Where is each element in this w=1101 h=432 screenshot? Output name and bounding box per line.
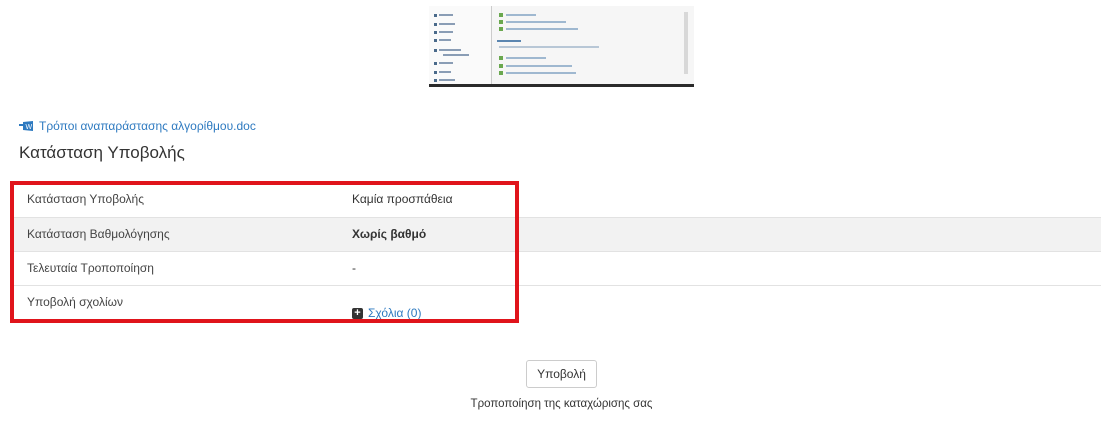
table-row: Υποβολή σχολίων + Σχόλια (0) xyxy=(12,285,1101,323)
attachment-file-name: Τρόποι αναπαράστασης αλγορίθμου.doc xyxy=(39,119,256,133)
submit-note: Τροποποίηση της καταχώρισης σας xyxy=(470,398,653,410)
row-value: Χωρίς βαθμό xyxy=(352,227,427,241)
comments-link[interactable]: + Σχόλια (0) xyxy=(352,306,421,320)
row-value: Καμία προσπάθεια xyxy=(352,192,453,206)
row-label: Υποβολή σχολίων xyxy=(27,295,124,309)
row-label: Τελευταία Τροποποίηση xyxy=(27,261,154,275)
row-label: Κατάσταση Βαθμολόγησης xyxy=(27,227,170,241)
comments-label: Σχόλια (0) xyxy=(368,306,422,320)
plus-icon: + xyxy=(352,307,363,319)
svg-text:W: W xyxy=(26,124,33,131)
thumbnail-sidebar xyxy=(429,6,491,84)
row-value: - xyxy=(352,261,356,275)
table-row: Κατάσταση Υποβολής Καμία προσπάθεια xyxy=(12,183,1101,217)
row-label: Κατάσταση Υποβολής xyxy=(27,192,145,206)
submission-status-title: Κατάσταση Υποβολής xyxy=(19,143,185,162)
table-row: Κατάσταση Βαθμολόγησης Χωρίς βαθμό xyxy=(12,217,1101,251)
table-row: Τελευταία Τροποποίηση - xyxy=(12,251,1101,285)
submission-status-table: Κατάσταση Υποβολής Καμία προσπάθεια Κατά… xyxy=(12,183,1101,323)
attachment-file-link[interactable]: W Τρόποι αναπαράστασης αλγορίθμου.doc xyxy=(19,119,256,133)
word-document-icon: W xyxy=(19,121,33,131)
screenshot-thumbnail xyxy=(429,6,694,87)
submit-button[interactable]: Υποβολή xyxy=(526,360,597,388)
